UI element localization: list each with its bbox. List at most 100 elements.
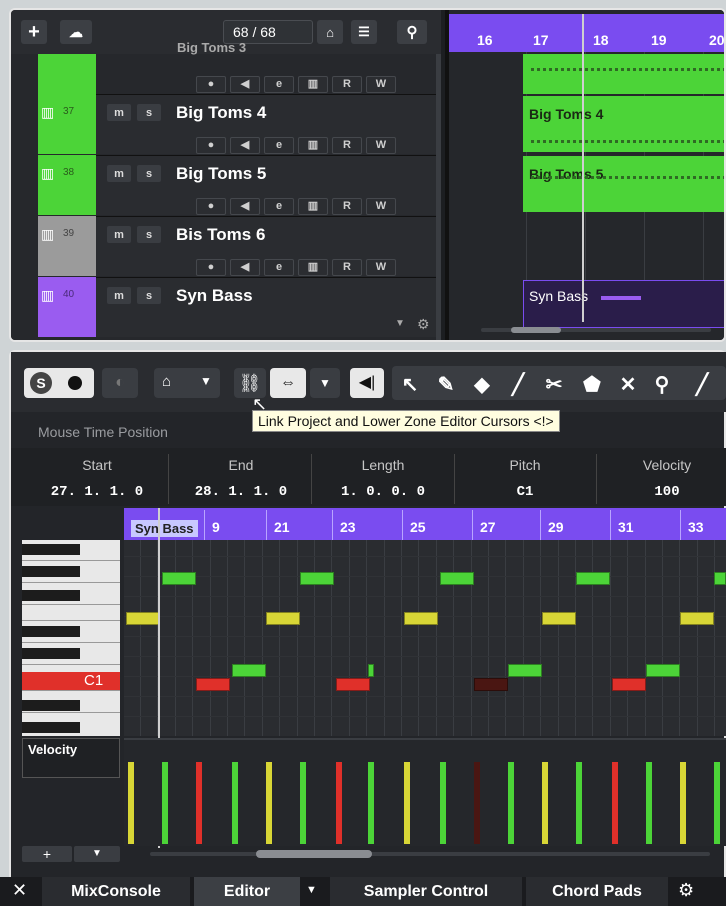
tab-chord-pads[interactable]: Chord Pads: [526, 877, 668, 906]
velocity-bar[interactable]: [680, 762, 686, 844]
list-icon[interactable]: ☰: [351, 20, 377, 44]
read-button[interactable]: R: [332, 198, 362, 215]
midi-note[interactable]: [162, 572, 196, 585]
monitor-icon[interactable]: ●: [196, 198, 226, 215]
clip[interactable]: [523, 54, 724, 94]
read-button[interactable]: R: [332, 76, 362, 93]
write-button[interactable]: W: [366, 198, 396, 215]
midi-note[interactable]: [612, 678, 646, 691]
midi-note[interactable]: [300, 572, 334, 585]
instrument-icon[interactable]: ▥: [298, 259, 328, 276]
velocity-bar[interactable]: [368, 762, 374, 844]
velocity-bar[interactable]: [474, 762, 480, 844]
midi-note[interactable]: [232, 664, 266, 677]
solo-button[interactable]: s: [137, 104, 161, 121]
draw-icon[interactable]: ✎: [434, 368, 458, 400]
velocity-bar[interactable]: [714, 762, 720, 844]
velocity-bar[interactable]: [612, 762, 618, 844]
black-key[interactable]: [22, 700, 80, 711]
dropdown-icon[interactable]: ▼: [395, 318, 405, 329]
write-button[interactable]: W: [366, 76, 396, 93]
add-lane-button[interactable]: +: [22, 846, 72, 862]
velocity-bar[interactable]: [508, 762, 514, 844]
track-preset-button[interactable]: ☁: [60, 20, 92, 44]
edit-icon[interactable]: e: [264, 137, 294, 154]
clip[interactable]: [523, 96, 724, 152]
solo-button[interactable]: s: [137, 165, 161, 182]
active-key[interactable]: [22, 672, 120, 690]
mute-button[interactable]: m: [107, 287, 131, 304]
midi-note[interactable]: [404, 612, 438, 625]
speaker-icon[interactable]: ◀: [230, 76, 260, 93]
tab-sampler-control[interactable]: Sampler Control: [330, 877, 522, 906]
info-end-value[interactable]: 28. 1. 1. 0: [170, 484, 312, 500]
settings-icon[interactable]: ⚙: [678, 880, 694, 901]
midi-note[interactable]: [474, 678, 508, 691]
black-key[interactable]: [22, 544, 80, 555]
mute-button[interactable]: m: [107, 226, 131, 243]
split-icon[interactable]: ✂: [542, 368, 566, 400]
midi-note[interactable]: [714, 572, 726, 585]
monitor-icon[interactable]: ●: [196, 137, 226, 154]
velocity-bar[interactable]: [576, 762, 582, 844]
black-key[interactable]: [22, 722, 80, 733]
trim-icon[interactable]: ╱: [506, 368, 530, 400]
midi-note[interactable]: [126, 612, 160, 625]
velocity-bar[interactable]: [542, 762, 548, 844]
velocity-bar[interactable]: [300, 762, 306, 844]
midi-note[interactable]: [680, 612, 714, 625]
mute-tool-icon[interactable]: ✕: [616, 368, 640, 400]
settings-icon[interactable]: ⚙: [417, 316, 430, 333]
info-length-value[interactable]: 1. 0. 0. 0: [312, 484, 454, 500]
velocity-bar[interactable]: [336, 762, 342, 844]
midi-note[interactable]: [266, 612, 300, 625]
info-velocity-value[interactable]: 100: [596, 484, 726, 500]
project-cursor[interactable]: [582, 14, 584, 322]
close-icon[interactable]: ✕: [12, 880, 27, 901]
solo-button[interactable]: s: [137, 226, 161, 243]
tab-mixconsole[interactable]: MixConsole: [42, 877, 190, 906]
chevron-down-icon[interactable]: ▼: [306, 884, 317, 896]
erase-icon[interactable]: ◆: [470, 368, 494, 400]
solo-button[interactable]: s: [137, 287, 161, 304]
velocity-bar[interactable]: [440, 762, 446, 844]
chevron-down-icon[interactable]: ▼: [310, 368, 340, 398]
instrument-icon[interactable]: ▥: [298, 76, 328, 93]
object-selection-icon[interactable]: ↖: [400, 368, 420, 400]
search-icon[interactable]: ⚲: [397, 20, 427, 44]
monitor-icon[interactable]: ●: [196, 76, 226, 93]
info-start-value[interactable]: 27. 1. 1. 0: [30, 484, 164, 500]
line-icon[interactable]: ╱: [690, 368, 714, 400]
velocity-bar[interactable]: [232, 762, 238, 844]
read-button[interactable]: R: [332, 137, 362, 154]
acoustic-feedback-button[interactable]: ◐: [102, 368, 138, 398]
note-grid[interactable]: [124, 540, 726, 736]
edit-icon[interactable]: e: [264, 259, 294, 276]
mute-button[interactable]: m: [107, 104, 131, 121]
read-button[interactable]: R: [332, 259, 362, 276]
track-list-scrollbar[interactable]: [436, 54, 441, 340]
velocity-bar[interactable]: [404, 762, 410, 844]
black-key[interactable]: [22, 648, 80, 659]
velocity-bar[interactable]: [646, 762, 652, 844]
chevron-down-icon[interactable]: ▼: [74, 846, 120, 862]
speaker-icon[interactable]: ◀: [230, 259, 260, 276]
write-button[interactable]: W: [366, 137, 396, 154]
add-track-button[interactable]: +: [21, 20, 47, 44]
instrument-icon[interactable]: ▥: [298, 137, 328, 154]
arrange-scroll-thumb[interactable]: [511, 327, 561, 333]
speaker-icon[interactable]: ◀|: [350, 368, 384, 398]
velocity-bar[interactable]: [196, 762, 202, 844]
midi-note[interactable]: [508, 664, 542, 677]
midi-note[interactable]: [440, 572, 474, 585]
visibility-icon[interactable]: ⌂: [317, 20, 343, 44]
zoom-icon[interactable]: ⚲: [650, 368, 674, 400]
instrument-icon[interactable]: ▥: [298, 198, 328, 215]
midi-note[interactable]: [542, 612, 576, 625]
velocity-bar[interactable]: [266, 762, 272, 844]
edit-icon[interactable]: e: [264, 76, 294, 93]
velocity-lane[interactable]: [124, 738, 726, 846]
tab-editor[interactable]: Editor: [194, 877, 300, 906]
clip[interactable]: [523, 156, 724, 212]
write-button[interactable]: W: [366, 259, 396, 276]
